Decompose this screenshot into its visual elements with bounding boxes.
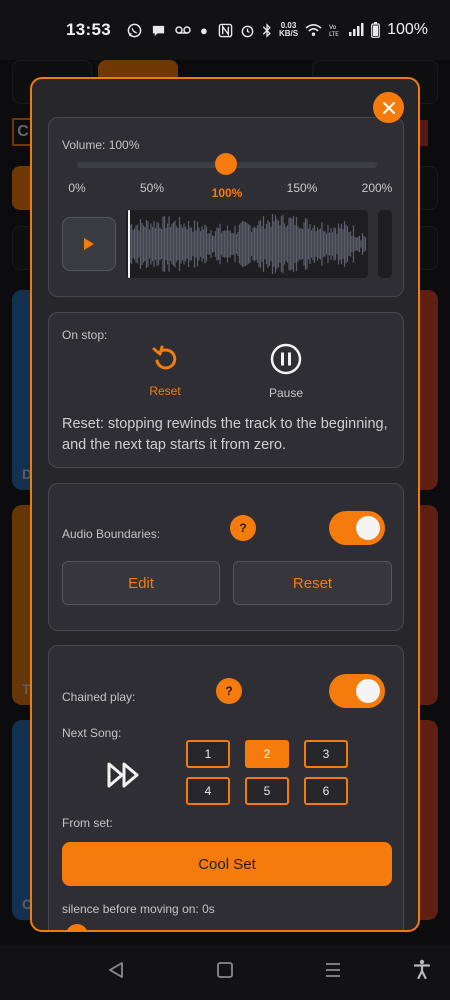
set-select-button[interactable]: Cool Set	[62, 842, 392, 886]
volume-tick-active: 100%	[211, 186, 243, 200]
volume-slider-thumb[interactable]	[215, 153, 237, 175]
status-time: 13:53	[66, 20, 111, 39]
chained-play-toggle[interactable]	[329, 674, 385, 708]
signal-icon	[349, 23, 364, 36]
song-button-6[interactable]: 6	[304, 777, 348, 805]
back-icon[interactable]	[108, 961, 124, 979]
toggle-knob	[356, 516, 380, 540]
volume-tick: 0%	[68, 181, 86, 195]
waveform[interactable]	[126, 210, 368, 278]
wifi-icon	[305, 24, 322, 36]
on-stop-label: On stop:	[62, 328, 108, 342]
sound-settings-modal: Volume: 100% 0% 50% 100% 150% 200% On st…	[30, 77, 420, 932]
home-icon[interactable]	[216, 961, 234, 979]
on-stop-card: On stop: Reset Pause Reset: stopping rew…	[48, 312, 404, 468]
whatsapp-icon	[127, 23, 142, 37]
reset-icon	[152, 345, 177, 370]
volume-tick: 200%	[361, 181, 393, 195]
svg-text:LTE: LTE	[329, 31, 339, 37]
chained-play-help-button[interactable]: ?	[216, 678, 242, 704]
silence-label: silence before moving on: 0s	[62, 902, 215, 916]
fast-forward-icon	[107, 762, 139, 788]
on-stop-description: Reset: stopping rewinds the track to the…	[62, 416, 388, 453]
song-button-3[interactable]: 3	[304, 740, 348, 768]
nfc-icon	[218, 23, 233, 37]
chained-play-label: Chained play:	[62, 690, 136, 704]
song-button-1[interactable]: 1	[186, 740, 230, 768]
volume-label: Volume: 100%	[62, 138, 140, 152]
waveform-scrollbar[interactable]	[378, 210, 392, 278]
close-icon	[382, 101, 395, 114]
audio-boundaries-help-button[interactable]: ?	[230, 515, 256, 541]
on-stop-reset-option[interactable]: Reset	[125, 343, 205, 398]
volume-card: Volume: 100% 0% 50% 100% 150% 200%	[48, 117, 404, 297]
voicemail-icon	[175, 26, 191, 34]
playhead	[128, 210, 130, 278]
audio-boundaries-label: Audio Boundaries:	[62, 527, 161, 541]
status-bar: 13:53 ● 0.03 KB/S Vo LTE 100%	[0, 0, 450, 60]
silence-slider-thumb[interactable]	[66, 924, 88, 930]
volume-tick: 150%	[286, 181, 318, 195]
svg-text:Vo: Vo	[329, 24, 337, 31]
bluetooth-icon	[262, 22, 271, 38]
accessibility-icon[interactable]	[414, 959, 430, 979]
play-icon	[84, 238, 94, 250]
chained-play-card: Chained play: ? Next Song: 1 2 3 4 5 6 F…	[48, 645, 404, 930]
battery-percent: 100%	[387, 21, 428, 38]
toggle-knob	[356, 679, 380, 703]
net-speed: 0.03 KB/S	[279, 22, 298, 38]
on-stop-pause-option[interactable]: Pause	[246, 343, 326, 400]
volte-icon: VoLTE	[329, 24, 339, 37]
alarm-icon	[241, 25, 254, 37]
pause-option-label: Pause	[268, 386, 304, 400]
next-song-label: Next Song:	[62, 726, 122, 740]
song-button-5[interactable]: 5	[245, 777, 289, 805]
recents-icon[interactable]	[324, 961, 342, 979]
preview-play-button[interactable]	[62, 217, 116, 271]
reset-option-label: Reset	[149, 384, 181, 398]
reset-boundaries-button[interactable]: Reset	[233, 561, 392, 605]
waveform-graphic	[129, 213, 367, 275]
dot-icon: ●	[199, 22, 208, 38]
audio-boundaries-card: Audio Boundaries: ? Edit Reset	[48, 483, 404, 631]
song-button-2[interactable]: 2	[245, 740, 289, 768]
from-set-label: From set:	[62, 816, 113, 830]
audio-boundaries-toggle[interactable]	[329, 511, 385, 545]
edit-boundaries-button[interactable]: Edit	[62, 561, 220, 605]
battery-icon	[371, 22, 380, 38]
pause-icon	[270, 343, 302, 375]
song-button-4[interactable]: 4	[186, 777, 230, 805]
net-speed-unit: KB/S	[278, 29, 299, 38]
chat-icon	[152, 25, 165, 36]
volume-tick: 50%	[139, 181, 165, 195]
close-button[interactable]	[373, 92, 404, 123]
navigation-bar	[0, 945, 450, 1000]
